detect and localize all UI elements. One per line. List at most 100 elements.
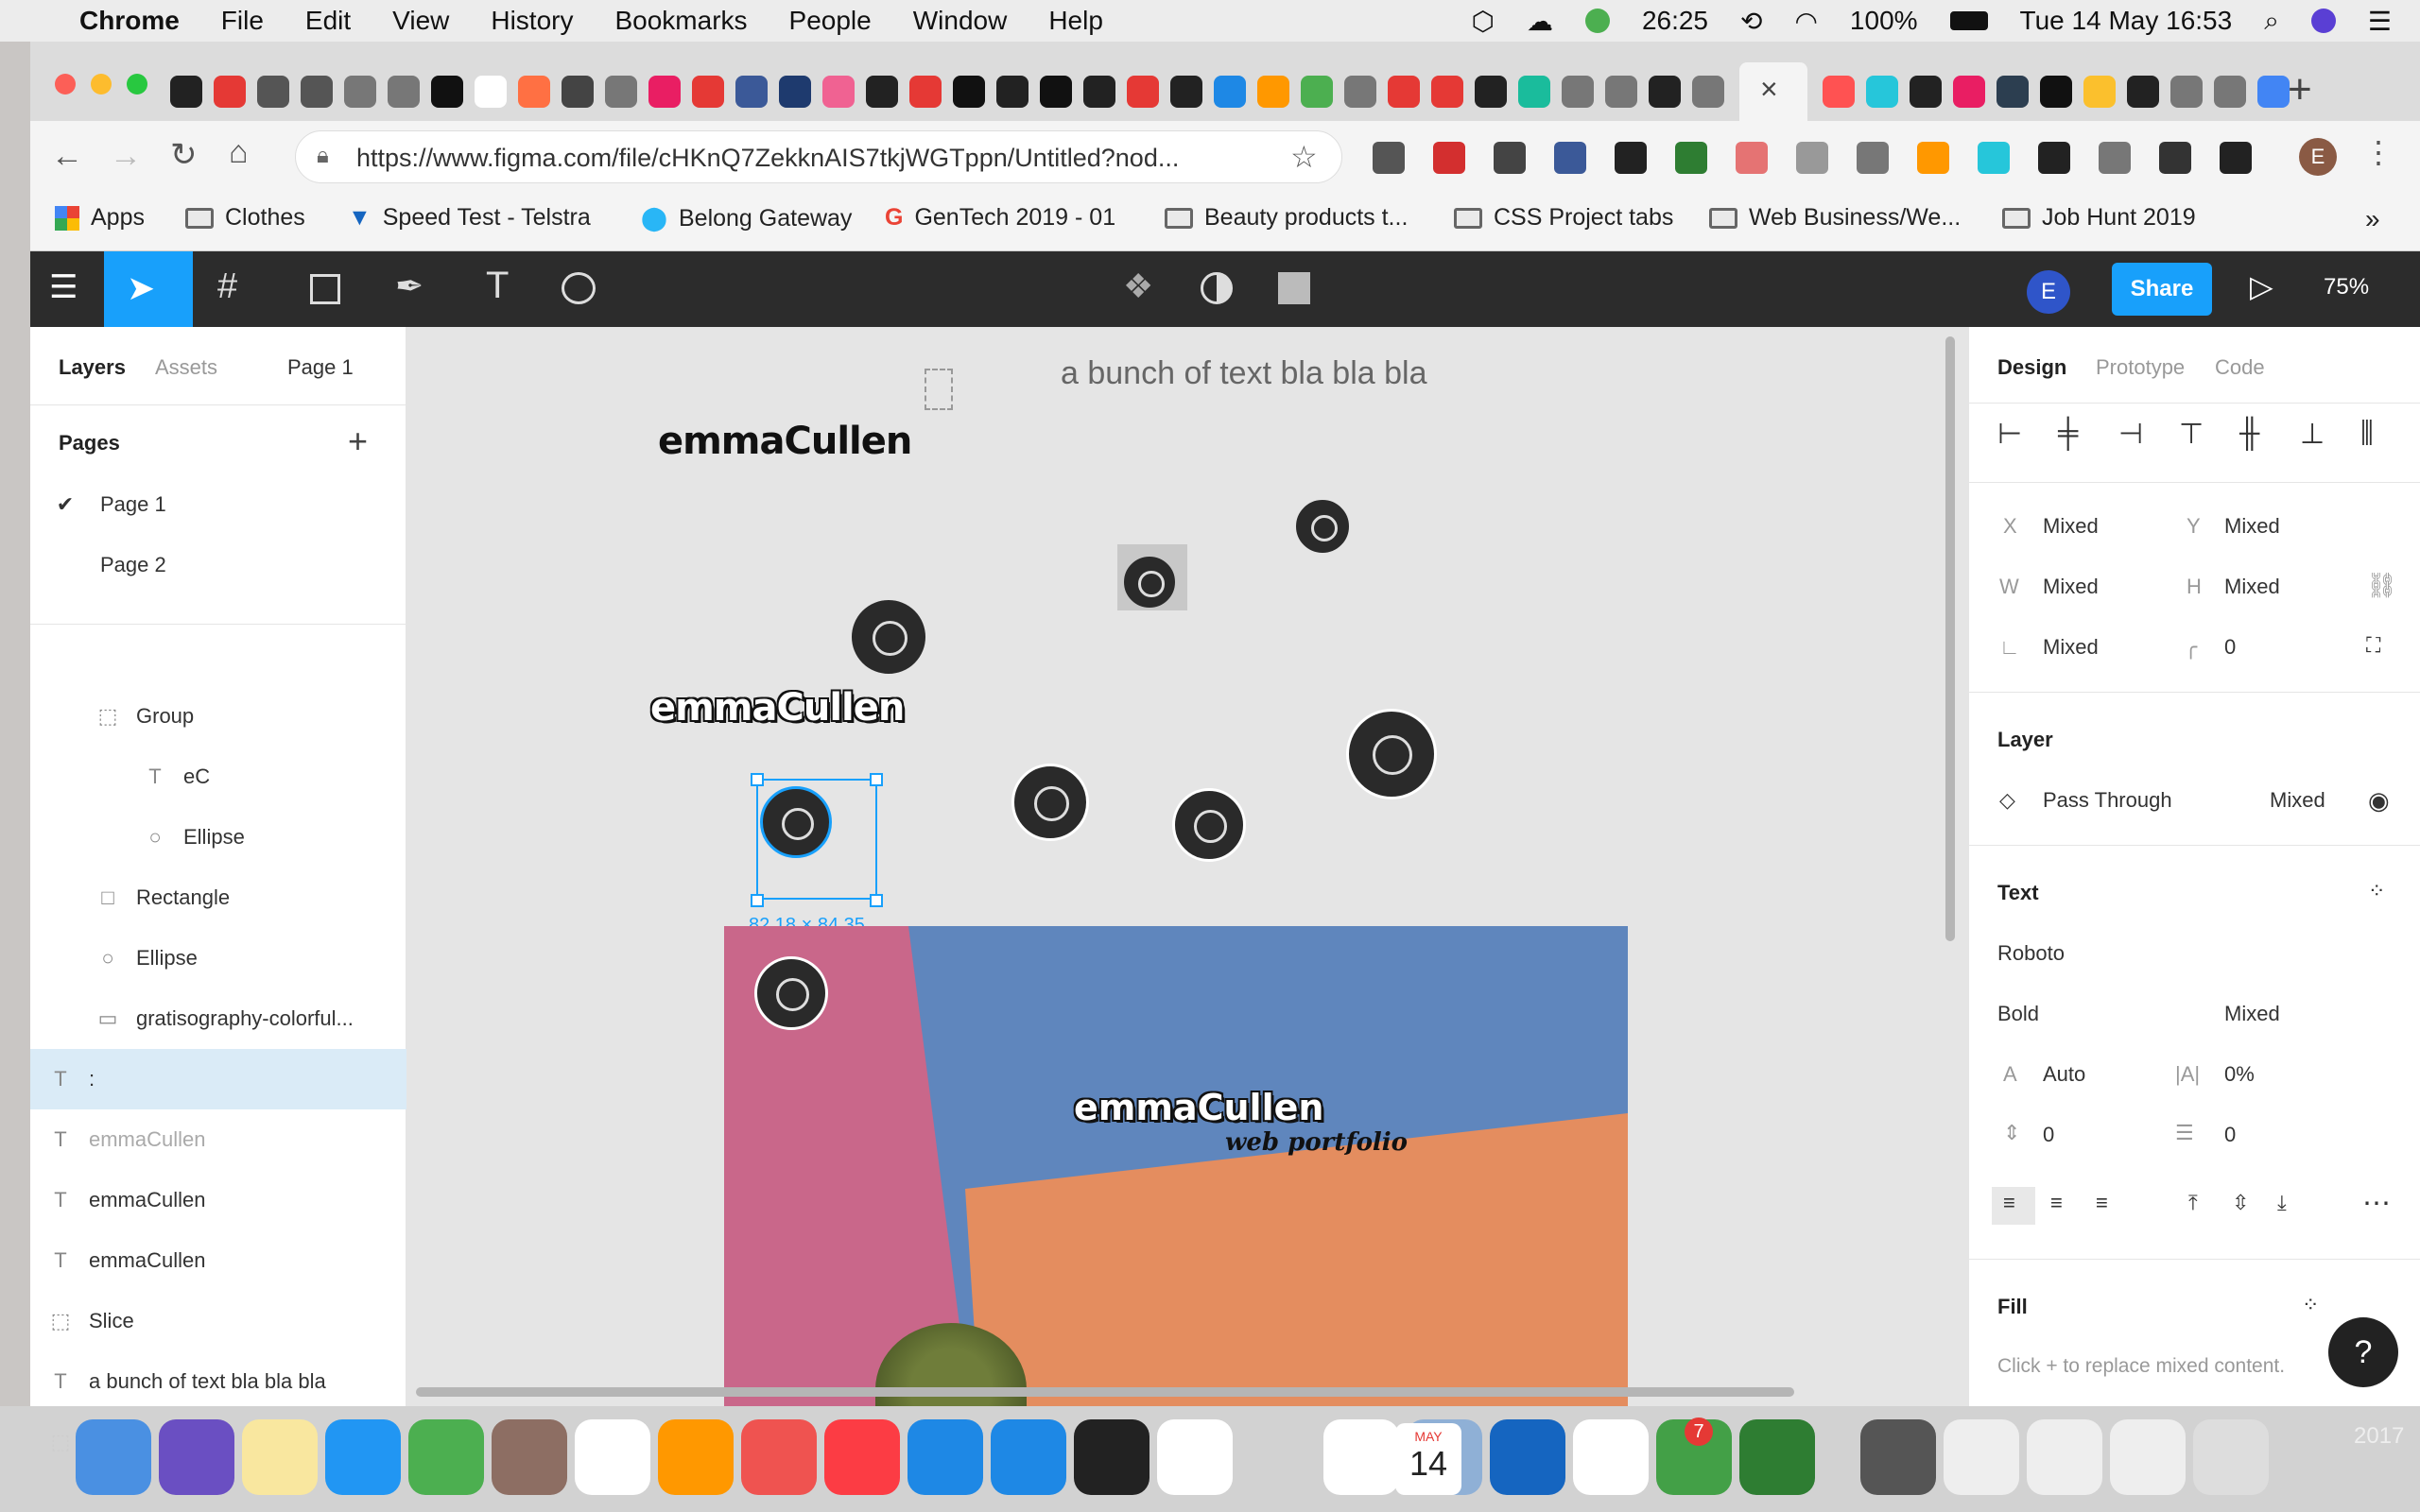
pinned-tab-favicon[interactable]	[1953, 76, 1985, 108]
pinned-tab-favicon[interactable]	[1910, 76, 1942, 108]
menu-window[interactable]: Window	[913, 6, 1008, 36]
pinned-tab-favicon[interactable]	[1996, 76, 2029, 108]
close-window-button[interactable]	[55, 74, 76, 94]
pinned-tab-favicon[interactable]	[2083, 76, 2116, 108]
ec-knob-large[interactable]	[849, 597, 928, 677]
dock-app-icon[interactable]	[1490, 1419, 1565, 1495]
layer-row[interactable]: TemmaCullen	[30, 1109, 406, 1170]
dock-app-icon[interactable]	[1573, 1419, 1649, 1495]
bookmark-beauty[interactable]: Beauty products t...	[1165, 204, 1408, 232]
menu-people[interactable]: People	[789, 6, 872, 36]
extension-icon[interactable]	[1494, 142, 1526, 174]
text-tool-icon[interactable]: T	[486, 265, 509, 307]
align-middle-text-icon[interactable]: ⇳	[2232, 1191, 2249, 1215]
notification-center-icon[interactable]: ☰	[2368, 6, 2392, 37]
siri-icon[interactable]	[2310, 9, 2336, 33]
align-left-text-icon[interactable]: ≡	[2003, 1191, 2015, 1215]
profile-avatar[interactable]: E	[2299, 138, 2337, 176]
page-selector[interactable]: Page 1	[287, 355, 354, 380]
pinned-tab-favicon[interactable]	[1170, 76, 1202, 108]
extension-icon[interactable]	[1373, 142, 1405, 174]
bookmark-star-icon[interactable]: ☆	[1290, 139, 1318, 175]
pinned-tab-favicon[interactable]	[301, 76, 333, 108]
pen-tool-icon[interactable]: ✒	[395, 266, 424, 306]
extension-icon[interactable]	[1615, 142, 1647, 174]
omnibox[interactable]: 🔒︎ https://www.figma.com/file/cHKnQ7Zekk…	[295, 130, 1342, 183]
menu-edit[interactable]: Edit	[305, 6, 351, 36]
dock-app-icon[interactable]	[991, 1419, 1066, 1495]
font-size-field[interactable]: Mixed	[2224, 1002, 2280, 1026]
layer-row[interactable]: ○ Ellipse	[30, 807, 406, 868]
help-button[interactable]: ?	[2328, 1317, 2398, 1387]
font-weight-select[interactable]: Bold	[1997, 1002, 2039, 1026]
pinned-tab-favicon[interactable]	[2257, 76, 2290, 108]
extension-icon[interactable]	[1736, 142, 1768, 174]
bookmark-web-business[interactable]: Web Business/We...	[1709, 204, 1961, 232]
more-text-options-icon[interactable]: ⋯	[2362, 1187, 2391, 1220]
pinned-tab-favicon[interactable]	[518, 76, 550, 108]
dock-app-icon[interactable]	[1323, 1419, 1399, 1495]
frame-tool-icon[interactable]: #	[217, 266, 237, 307]
dock-app-icon[interactable]	[1860, 1419, 1936, 1495]
paragraph-spacing-field[interactable]: 0	[2043, 1123, 2054, 1147]
dock-app-icon[interactable]	[1157, 1419, 1233, 1495]
logo-text-top[interactable]: emmaCullen	[658, 420, 912, 463]
blend-mode-select[interactable]: Pass Through	[2043, 788, 2172, 813]
bookmark-belong[interactable]: ⬤ Belong Gateway	[641, 204, 852, 232]
pinned-tab-favicon[interactable]	[1344, 76, 1376, 108]
align-bottom-text-icon[interactable]: ⤓	[2277, 1191, 2287, 1215]
align-right-text-icon[interactable]: ≡	[2096, 1191, 2108, 1215]
align-center-text-icon[interactable]: ≡	[2050, 1191, 2063, 1215]
boolean-group-icon[interactable]	[1278, 272, 1310, 304]
layer-row[interactable]: TemmaCullen	[30, 1170, 406, 1230]
dock-app-icon[interactable]	[2027, 1419, 2102, 1495]
mask-icon[interactable]	[1201, 272, 1233, 304]
photo-colorful-wall[interactable]: emmaCullen web portfolio	[724, 926, 1628, 1406]
resize-handle[interactable]	[870, 773, 883, 786]
pinned-tab-favicon[interactable]	[996, 76, 1028, 108]
pinned-tab-favicon[interactable]	[1301, 76, 1333, 108]
resize-handle[interactable]	[870, 894, 883, 907]
pinned-tab-favicon[interactable]	[605, 76, 637, 108]
pinned-tab-favicon[interactable]	[344, 76, 376, 108]
timer-icon[interactable]	[1584, 9, 1610, 33]
figma-user-avatar[interactable]: E	[2027, 270, 2070, 314]
pinned-tab-favicon[interactable]	[1866, 76, 1898, 108]
logo-text-outlined[interactable]: emmaCullen	[650, 686, 905, 730]
ec-knob-on-photo[interactable]	[754, 956, 828, 1030]
timer-readout[interactable]: 26:25	[1642, 6, 1708, 36]
resize-handle[interactable]	[751, 894, 764, 907]
bookmark-clothes[interactable]: Clothes	[185, 204, 305, 232]
pinned-tab-favicon[interactable]	[1040, 76, 1072, 108]
layer-row[interactable]: □ Rectangle	[30, 868, 406, 928]
active-tab[interactable]: ×	[1739, 62, 1807, 121]
pinned-tab-favicon[interactable]	[2127, 76, 2159, 108]
new-tab-button[interactable]: +	[2288, 66, 2312, 113]
pinned-tab-favicon[interactable]	[1431, 76, 1463, 108]
pinned-tab-favicon[interactable]	[2214, 76, 2246, 108]
height-field[interactable]: Mixed	[2224, 575, 2280, 599]
align-layer-icon[interactable]: ⊤	[2179, 418, 2204, 451]
pinned-tab-favicon[interactable]	[214, 76, 246, 108]
pinned-tab-favicon[interactable]	[257, 76, 289, 108]
x-field[interactable]: Mixed	[2043, 514, 2099, 539]
align-layer-icon[interactable]: ⊢	[1997, 418, 2022, 451]
home-icon[interactable]: ⌂	[229, 134, 249, 171]
minimize-window-button[interactable]	[91, 74, 112, 94]
align-layer-icon[interactable]: ⊥	[2300, 418, 2325, 451]
extension-icon[interactable]	[2099, 142, 2131, 174]
pinned-tab-favicon[interactable]	[1257, 76, 1289, 108]
move-tool-button[interactable]: ➤	[104, 251, 193, 327]
menu-history[interactable]: History	[491, 6, 573, 36]
dock-app-icon[interactable]	[242, 1419, 318, 1495]
extension-icon[interactable]	[1917, 142, 1949, 174]
figma-menu-icon[interactable]: ☰	[49, 268, 78, 306]
ec-knob-right[interactable]	[1172, 788, 1246, 862]
dock-app-icon[interactable]	[908, 1419, 983, 1495]
pinned-tab-favicon[interactable]	[170, 76, 202, 108]
layer-row[interactable]: ⬚ Slice	[30, 1291, 406, 1351]
pinned-tab-favicon[interactable]	[866, 76, 898, 108]
pinned-tab-favicon[interactable]	[953, 76, 985, 108]
ec-knob-top-right[interactable]	[1293, 497, 1352, 556]
spotlight-search-icon[interactable]: ⌕	[2264, 6, 2279, 37]
